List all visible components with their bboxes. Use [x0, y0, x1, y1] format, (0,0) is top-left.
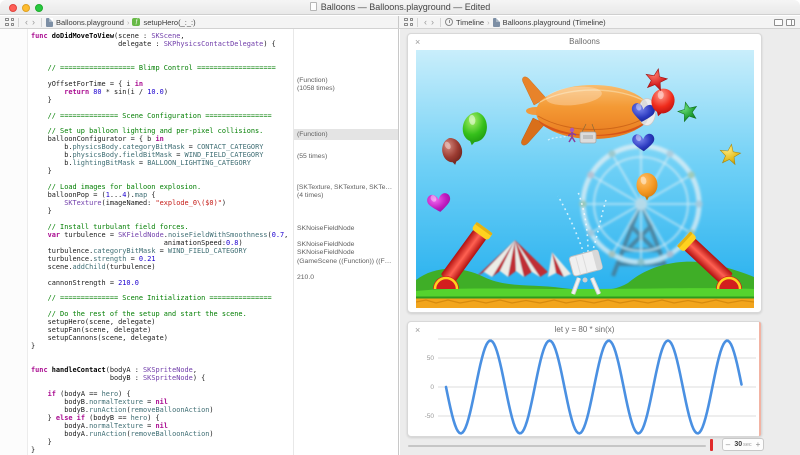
chart-card-header: × let y = 80 * sin(x) — [408, 322, 761, 338]
chart-title: let y = 80 * sin(x) — [408, 325, 761, 334]
chart-card: × let y = 80 * sin(x) 50 0 -50 — [407, 321, 762, 437]
back-button[interactable]: ‹ — [422, 18, 429, 27]
result-item[interactable]: [SKTexture, SKTexture, SKTe…(4 times) — [297, 184, 398, 201]
scene-title: Balloons — [408, 37, 761, 46]
result-item[interactable]: SKNoiseFieldNodeSKNoiseFieldNode(GameSce… — [297, 241, 398, 266]
breadcrumb-symbol[interactable]: setupHero(_:_:) — [143, 18, 195, 27]
sine-chart: 50 0 -50 — [408, 338, 763, 438]
chart-tick-labels: 50 0 -50 — [425, 355, 435, 420]
standard-editor-icon[interactable] — [774, 19, 783, 26]
function-symbol-icon: f — [132, 18, 140, 26]
scene-card-header: × Balloons — [408, 34, 761, 50]
decrease-window-button[interactable]: – — [723, 439, 733, 450]
balloons-scene — [416, 50, 754, 308]
timeline-icon — [445, 18, 453, 26]
svg-text:-50: -50 — [425, 413, 435, 420]
timeline-pane: × Balloons — [400, 29, 800, 455]
playground-file-icon — [493, 18, 500, 27]
timeline-scrubber-track[interactable] — [408, 445, 706, 447]
jump-bar-right: ‹ › Timeline › Balloons.playground (Time… — [399, 16, 800, 28]
source-editor[interactable]: func doDidMoveToView(scene : SKScene, de… — [0, 29, 399, 455]
breadcrumb-file[interactable]: Balloons.playground (Timeline) — [503, 18, 606, 27]
window-duration-label: 30sec — [733, 439, 753, 451]
dirt — [416, 299, 754, 309]
live-timeline-edge — [759, 322, 761, 436]
editor-gutter — [0, 29, 28, 455]
breadcrumb-separator: › — [127, 18, 130, 27]
scene-card: × Balloons — [407, 33, 762, 313]
document-proxy-icon — [310, 2, 317, 11]
related-items-icon[interactable] — [5, 18, 14, 26]
result-item[interactable]: (Function) — [294, 129, 399, 140]
xcode-window: Balloons — Balloons.playground — Edited … — [0, 0, 800, 455]
results-sidebar: (Function)(1058 times) (Function) (55 time… — [293, 29, 399, 455]
result-item[interactable]: SKNoiseFieldNode — [297, 225, 398, 233]
forward-button[interactable]: › — [429, 18, 436, 27]
related-items-icon[interactable] — [404, 18, 413, 26]
breadcrumb-file[interactable]: Balloons.playground — [56, 18, 124, 27]
breadcrumb-context[interactable]: Timeline — [456, 18, 484, 27]
assistant-editor-icon[interactable] — [786, 19, 795, 26]
svg-text:0: 0 — [430, 384, 434, 391]
increase-window-button[interactable]: + — [753, 439, 763, 450]
jump-bar-row: ‹ › Balloons.playground › f setupHero(_:… — [0, 16, 800, 29]
code-lines[interactable]: func doDidMoveToView(scene : SKScene, de… — [31, 33, 292, 455]
timeline-playhead[interactable] — [710, 439, 713, 451]
result-item[interactable]: 210.0 — [297, 274, 398, 282]
playground-file-icon — [46, 18, 53, 27]
jump-bar-left: ‹ › Balloons.playground › f setupHero(_:… — [0, 16, 399, 28]
svg-text:50: 50 — [427, 355, 435, 362]
result-item[interactable]: (55 times) — [297, 153, 398, 161]
timeline-window-stepper: – 30sec + — [722, 438, 764, 451]
breadcrumb-separator: › — [487, 18, 490, 27]
result-item[interactable]: (Function)(1058 times) — [297, 77, 398, 94]
back-button[interactable]: ‹ — [23, 18, 30, 27]
window-title: Balloons — Balloons.playground — Edited — [0, 2, 800, 12]
title-bar: Balloons — Balloons.playground — Edited — [0, 0, 800, 15]
forward-button[interactable]: › — [30, 18, 37, 27]
